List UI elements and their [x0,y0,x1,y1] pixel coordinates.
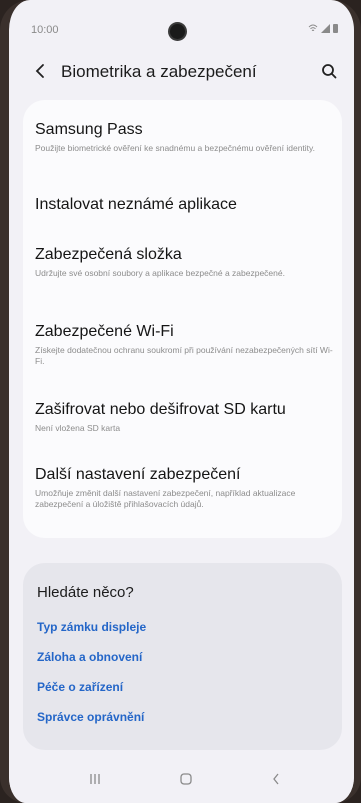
phone-screen: 10:00 Biometrika a zabezpečení Samsung P… [0,0,361,803]
status-icons [308,24,338,33]
menu-item-encrypt-sd[interactable]: Zašifrovat nebo dešifrovat SD kartu Není… [35,400,334,434]
front-camera [170,24,185,39]
status-time: 10:00 [31,24,59,36]
suggestions-card: Hledáte něco? Typ zámku displeje Záloha … [23,563,342,750]
back-icon [273,773,279,785]
search-button[interactable] [316,58,342,84]
navigation-bar [9,753,354,803]
recents-button[interactable] [83,769,107,789]
menu-item-title: Další nastavení zabezpečení [35,466,241,483]
wifi-icon [308,24,318,32]
menu-item-title: Samsung Pass [35,121,143,138]
recents-icon [90,774,100,784]
menu-item-unknown-apps[interactable]: Instalovat neznámé aplikace [35,195,334,215]
nav-back-button[interactable] [264,769,288,789]
menu-item-secure-wifi[interactable]: Zabezpečené Wi-Fi Získejte dodatečnou oc… [35,322,334,367]
menu-item-samsung-pass[interactable]: Samsung Pass Použijte biometrické ověřen… [35,120,334,154]
menu-item-secure-folder[interactable]: Zabezpečená složka Udržujte své osobní s… [35,245,334,279]
menu-item-subtitle: Udržujte své osobní soubory a aplikace b… [35,268,285,278]
suggestions-title: Hledáte něco? [37,584,134,601]
menu-item-subtitle: Umožňuje změnit další nastavení zabezpeč… [35,488,296,509]
signal-icon [321,24,330,33]
menu-item-subtitle: Není vložena SD karta [35,423,121,433]
home-button[interactable] [174,769,198,789]
search-icon [322,64,337,79]
menu-item-title: Zabezpečená složka [35,246,182,263]
page-title: Biometrika a zabezpečení [61,62,257,81]
menu-item-title: Zašifrovat nebo dešifrovat SD kartu [35,401,286,418]
menu-item-other-security[interactable]: Další nastavení zabezpečení Umožňuje změ… [35,465,334,510]
suggestion-link-screen-lock[interactable]: Typ zámku displeje [37,620,146,634]
suggestion-link-backup[interactable]: Záloha a obnovení [37,650,142,664]
app-header: Biometrika a zabezpečení [9,52,354,92]
suggestion-link-device-care[interactable]: Péče o zařízení [37,680,123,694]
menu-item-title: Instalovat neznámé aplikace [35,196,237,213]
back-button[interactable] [29,58,51,84]
suggestion-link-permissions[interactable]: Správce oprávnění [37,710,144,724]
menu-item-subtitle: Získejte dodatečnou ochranu soukromí při… [35,345,333,366]
menu-item-subtitle: Použijte biometrické ověření ke snadnému… [35,143,316,153]
battery-icon [333,24,338,33]
status-bar: 10:00 [9,0,354,40]
settings-card: Samsung Pass Použijte biometrické ověřen… [23,100,342,538]
home-icon [180,773,192,785]
menu-item-title: Zabezpečené Wi-Fi [35,323,174,340]
chevron-left-icon [35,64,44,78]
